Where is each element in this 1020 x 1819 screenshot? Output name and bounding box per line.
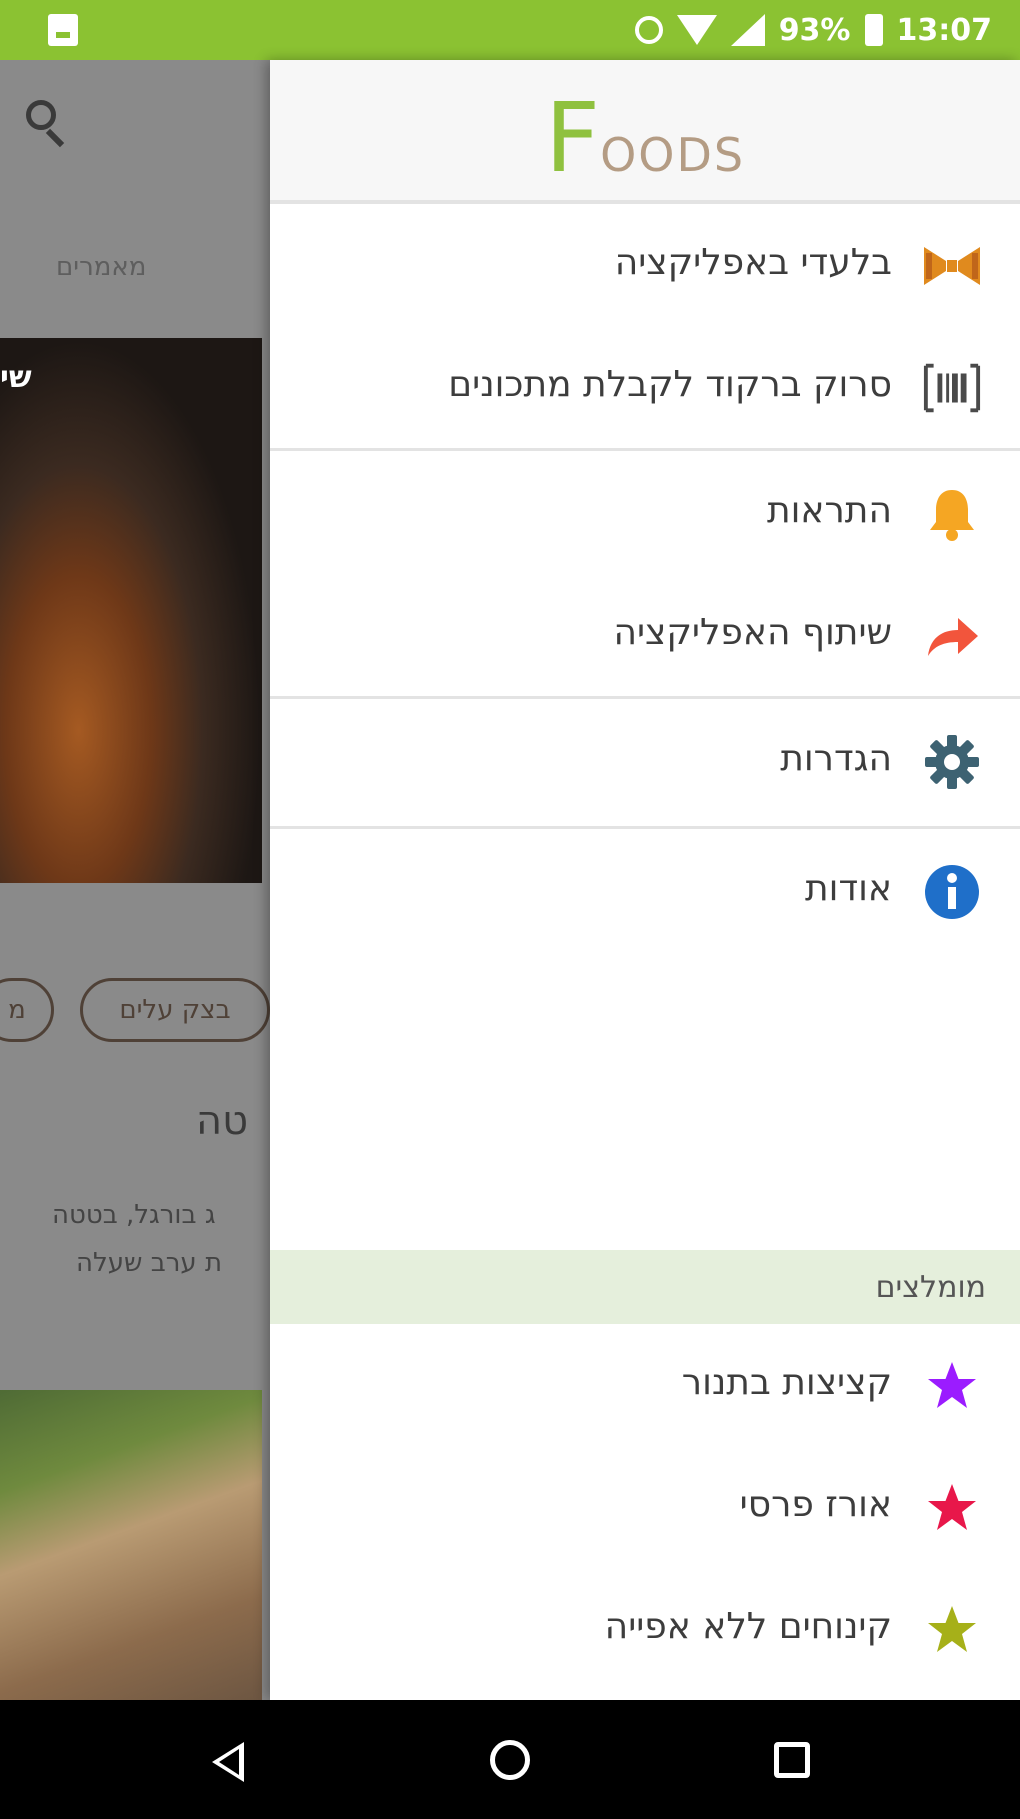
- navigation-drawer: Foods בלעדי באפליקציה סרוק ברקוד לקבלת מ…: [270, 60, 1020, 1700]
- menu-item-share-app[interactable]: שיתוף האפליקציה: [270, 574, 1020, 696]
- recipe-photo-label: שי: [0, 360, 32, 395]
- divider: [270, 826, 1020, 829]
- recipe-photo[interactable]: [0, 1390, 262, 1700]
- menu-item-label: קציצות בתנור: [681, 1362, 892, 1403]
- menu-item-exclusive[interactable]: בלעדי באפליקציה: [270, 204, 1020, 326]
- app-notification-icon: [48, 14, 78, 46]
- alarm-icon: [634, 16, 663, 44]
- gear-icon: [922, 734, 982, 790]
- recommended-item[interactable]: קציצות בתנור: [270, 1324, 1020, 1446]
- divider: [270, 448, 1020, 451]
- share-arrow-icon: [922, 608, 982, 664]
- menu-item-label: התראות: [766, 490, 892, 531]
- recipe-title[interactable]: טה: [196, 1098, 248, 1144]
- clock: 13:07: [896, 12, 993, 48]
- section-title: מומלצים: [875, 1270, 986, 1305]
- menu-item-label: אורז פרסי: [739, 1484, 892, 1525]
- battery-percent: 93%: [778, 12, 851, 48]
- recommended-section-header: מומלצים: [270, 1250, 1020, 1324]
- divider: [270, 696, 1020, 699]
- foods-logo: Foods: [544, 82, 746, 194]
- tag-chip[interactable]: מ: [0, 978, 54, 1042]
- tag-chip[interactable]: בצק עלים: [80, 978, 270, 1042]
- system-nav-bar: [0, 1700, 1020, 1819]
- star-icon: [922, 1480, 982, 1536]
- wifi-icon: [676, 15, 717, 45]
- menu-item-label: אודות: [805, 868, 892, 909]
- drawer-header: Foods: [270, 60, 1020, 204]
- background-app: מאמרים שי מ בצק עלים טה ג בורגל, בטטה ת …: [0, 60, 270, 1700]
- bowtie-icon: [922, 238, 982, 294]
- star-icon: [922, 1602, 982, 1658]
- menu-item-scan-barcode[interactable]: סרוק ברקוד לקבלת מתכונים: [270, 326, 1020, 448]
- menu-item-label: בלעדי באפליקציה: [614, 242, 892, 283]
- tab-articles[interactable]: מאמרים: [56, 252, 146, 282]
- barcode-scan-icon: [922, 360, 982, 416]
- bell-icon: [922, 486, 982, 542]
- search-icon[interactable]: [26, 100, 66, 148]
- menu-item-label: קינוחים ללא אפייה: [604, 1606, 892, 1647]
- menu-item-settings[interactable]: הגדרות: [270, 700, 1020, 822]
- menu-item-label: הגדרות: [780, 738, 892, 779]
- signal-icon: [730, 14, 765, 46]
- info-icon: [922, 864, 982, 920]
- menu-item-notifications[interactable]: התראות: [270, 452, 1020, 574]
- recommended-item[interactable]: אורז פרסי: [270, 1446, 1020, 1568]
- menu-item-label: סרוק ברקוד לקבלת מתכונים: [448, 364, 892, 405]
- recent-apps-icon[interactable]: [774, 1742, 810, 1778]
- recipe-photo[interactable]: [0, 338, 262, 883]
- star-icon: [922, 1358, 982, 1414]
- battery-icon: [864, 14, 883, 46]
- recipe-description: ג בורגל, בטטה: [52, 1200, 216, 1230]
- status-icons: 93% 13:07: [634, 0, 993, 60]
- recipe-description: ת ערב שעלה: [76, 1248, 223, 1278]
- menu-item-label: שיתוף האפליקציה: [613, 612, 892, 653]
- home-icon[interactable]: [490, 1740, 530, 1780]
- status-bar: 93% 13:07: [0, 0, 1020, 60]
- menu-item-about[interactable]: אודות: [270, 830, 1020, 952]
- recommended-item[interactable]: קינוחים ללא אפייה: [270, 1568, 1020, 1690]
